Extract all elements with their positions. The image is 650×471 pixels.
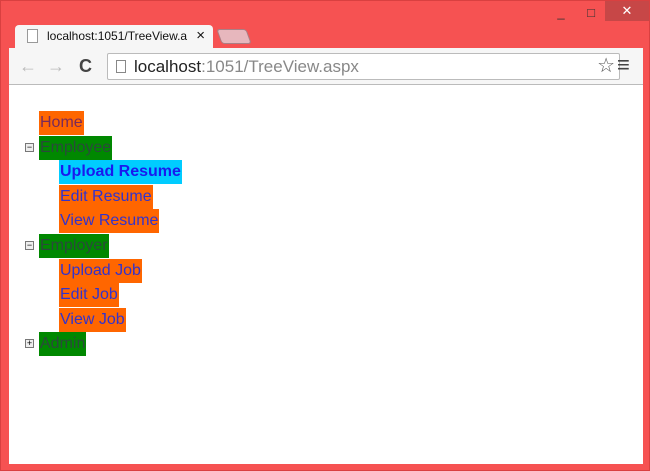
browser-toolbar: ← → C localhost:1051/TreeView.aspx ☆ ≡	[9, 48, 643, 85]
collapse-employee-icon[interactable]: −	[25, 143, 34, 152]
bookmark-star-icon[interactable]: ☆	[597, 54, 615, 79]
page-content: Home − Employee Upload Resume Edit Resum…	[9, 85, 643, 464]
tree-node-admin[interactable]: Admin	[39, 332, 87, 356]
new-tab-button[interactable]	[216, 29, 252, 44]
tree-node-home[interactable]: Home	[39, 111, 84, 135]
expand-admin-icon[interactable]: +	[25, 339, 34, 348]
maximize-button[interactable]: □	[579, 3, 603, 23]
tree-node-edit-resume[interactable]: Edit Resume	[59, 185, 153, 209]
url-path: :1051/TreeView.aspx	[201, 57, 359, 76]
close-window-button[interactable]: ✕	[605, 1, 649, 21]
collapse-employer-icon[interactable]: −	[25, 241, 34, 250]
browser-window: _ □ ✕ localhost:1051/TreeView.a × ← → C …	[0, 0, 650, 471]
tab-title: localhost:1051/TreeView.a	[47, 29, 188, 43]
tree-node-employer[interactable]: Employer	[39, 234, 109, 258]
tree-node-employee[interactable]: Employee	[39, 136, 113, 160]
tree-node-edit-job[interactable]: Edit Job	[59, 283, 119, 307]
browser-tab[interactable]: localhost:1051/TreeView.a ×	[15, 25, 213, 49]
tree-node-view-job[interactable]: View Job	[59, 308, 126, 332]
page-icon	[27, 29, 38, 43]
minimize-button[interactable]: _	[549, 3, 573, 23]
tree-node-view-resume[interactable]: View Resume	[59, 209, 160, 233]
tree-node-upload-resume[interactable]: Upload Resume	[59, 160, 182, 184]
forward-button[interactable]: →	[47, 56, 65, 77]
tab-close-icon[interactable]: ×	[196, 25, 205, 47]
back-button[interactable]: ←	[19, 56, 37, 77]
url-host: localhost	[134, 57, 202, 76]
menu-button[interactable]: ≡	[617, 52, 630, 78]
tree-node-upload-job[interactable]: Upload Job	[59, 259, 142, 283]
address-bar[interactable]: localhost:1051/TreeView.aspx ☆	[107, 53, 620, 80]
page-icon	[116, 60, 126, 73]
reload-button[interactable]: C	[79, 56, 92, 77]
